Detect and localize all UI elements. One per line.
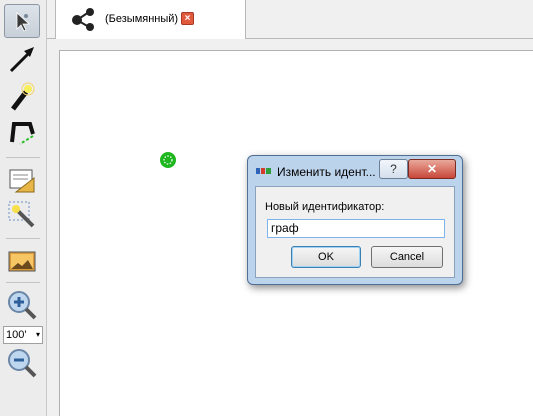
toolbar-separator: [6, 282, 40, 283]
identifier-input[interactable]: граф: [267, 219, 445, 238]
zoom-level-value: 100': [6, 329, 27, 341]
zoom-in-button[interactable]: [4, 288, 40, 322]
left-toolbar: 100' ▾: [0, 0, 47, 416]
selection-path-tool-button[interactable]: [4, 116, 40, 150]
graph-icon: [72, 8, 94, 31]
ok-button[interactable]: OK: [291, 246, 361, 268]
tab-label: (Безымянный): [105, 13, 179, 25]
zoom-out-button[interactable]: [4, 346, 40, 380]
zoom-in-icon: [8, 291, 37, 320]
zoom-level-select[interactable]: 100' ▾: [3, 326, 43, 344]
image-export-icon: [8, 251, 36, 272]
add-edge-tool-button[interactable]: [4, 42, 40, 76]
magic-select-button[interactable]: [4, 198, 40, 232]
selection-path-icon: [10, 122, 35, 145]
toolbar-separator: [6, 157, 40, 158]
close-dialog-button[interactable]: ✕: [408, 159, 456, 179]
dialog-title: Изменить идент...: [277, 165, 376, 179]
dialog-body: Новый идентификатор: граф OK Cancel: [255, 186, 455, 278]
document-properties-button[interactable]: [4, 164, 40, 198]
pointer-tool-button[interactable]: [4, 4, 40, 38]
rename-identifier-dialog: Изменить идент... ? ✕ Новый идентификато…: [247, 155, 463, 285]
magic-wand-select-icon: [8, 201, 35, 228]
chevron-down-icon: ▾: [35, 330, 40, 339]
tab-bar: (Безымянный) ×: [47, 0, 533, 39]
graph-node[interactable]: [159, 151, 177, 169]
export-image-button[interactable]: [4, 244, 40, 278]
magic-wand-icon: [11, 82, 35, 111]
identifier-label: Новый идентификатор:: [265, 201, 385, 213]
add-edge-arrow-icon: [9, 47, 34, 73]
cancel-button[interactable]: Cancel: [371, 246, 443, 268]
tab-untitled[interactable]: (Безымянный) ×: [55, 0, 246, 39]
app-logo-icon: [256, 168, 271, 174]
toolbar-separator: [6, 238, 40, 239]
close-tab-icon[interactable]: ×: [181, 12, 194, 25]
magic-wand-tool-button[interactable]: [4, 80, 40, 114]
pointer-tool-icon: [16, 12, 31, 32]
zoom-out-icon: [8, 349, 37, 378]
document-properties-icon: [9, 169, 35, 193]
help-button[interactable]: ?: [379, 159, 408, 179]
